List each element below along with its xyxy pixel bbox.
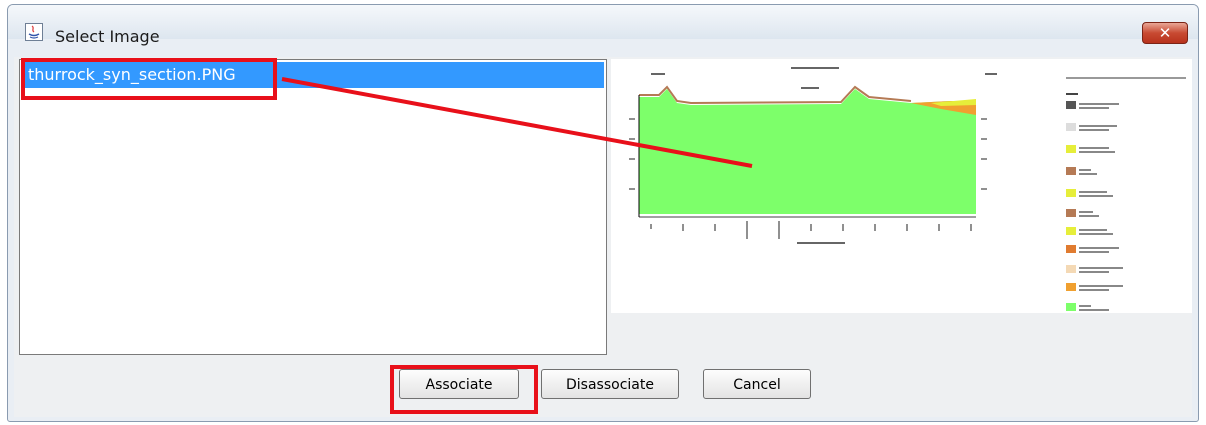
image-list[interactable]: thurrock_syn_section.PNG bbox=[19, 59, 607, 355]
close-button[interactable]: ✕ bbox=[1142, 22, 1188, 44]
associate-button[interactable]: Associate bbox=[399, 369, 519, 399]
java-app-icon bbox=[25, 23, 43, 41]
preview-section-plot bbox=[629, 67, 997, 244]
select-image-dialog: Select Image ✕ thurrock_syn_section.PNG bbox=[7, 4, 1199, 422]
disassociate-button[interactable]: Disassociate bbox=[541, 369, 679, 399]
image-preview bbox=[611, 59, 1192, 313]
close-icon: ✕ bbox=[1158, 24, 1172, 42]
button-bar: Associate Disassociate Cancel bbox=[14, 363, 1192, 403]
cancel-button[interactable]: Cancel bbox=[703, 369, 811, 399]
title-bar bbox=[8, 5, 1198, 39]
preview-legend bbox=[1066, 77, 1186, 311]
list-item[interactable]: thurrock_syn_section.PNG bbox=[22, 62, 604, 88]
dialog-content: thurrock_syn_section.PNG Associate Disas… bbox=[14, 57, 1192, 417]
window-title: Select Image bbox=[55, 27, 160, 46]
cross-section-preview-image bbox=[629, 67, 1186, 311]
